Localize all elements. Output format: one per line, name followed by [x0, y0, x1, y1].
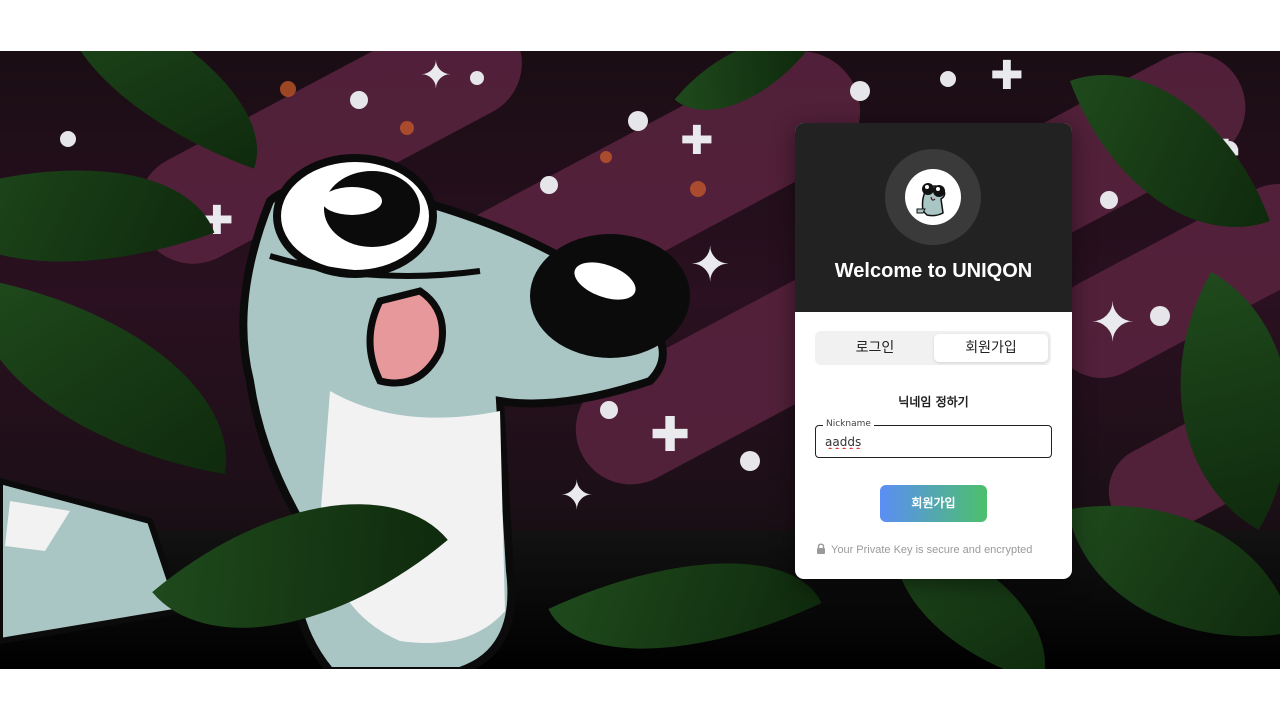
background-dot: [940, 71, 956, 87]
signup-button[interactable]: 회원가입: [880, 485, 987, 522]
secure-note-text: Your Private Key is secure and encrypted: [831, 544, 1033, 556]
nickname-field: Nickname: [815, 419, 1052, 458]
card-header: Welcome to UNIQON: [795, 123, 1072, 312]
card-title: Welcome to UNIQON: [834, 260, 1033, 282]
tab-login[interactable]: 로그인: [818, 334, 932, 362]
tab-signup[interactable]: 회원가입: [934, 334, 1048, 362]
background-dot: [850, 81, 870, 101]
secure-note: Your Private Key is secure and encrypted: [815, 543, 1055, 556]
nickname-label: Nickname: [823, 419, 874, 429]
background-dot: [1100, 191, 1118, 209]
frog-mascot-logo-icon: [905, 169, 961, 225]
sparkle-icon: ✦: [1090, 291, 1136, 354]
lock-icon: [817, 543, 825, 554]
sparkle-icon: ✚: [990, 53, 1024, 99]
background-artwork: ✦ ✚ ✚ ✦ ✦ ✚ ✚ ✦ ✚: [0, 51, 1280, 669]
nickname-heading: 닉네임 정하기: [898, 395, 969, 409]
auth-tabs: 로그인 회원가입: [815, 331, 1051, 365]
auth-card: Welcome to UNIQON 로그인 회원가입 닉네임 정하기 Nickn…: [795, 123, 1072, 579]
nickname-input[interactable]: [825, 435, 1035, 449]
logo-ring: [885, 149, 981, 245]
background-dot: [1150, 306, 1170, 326]
